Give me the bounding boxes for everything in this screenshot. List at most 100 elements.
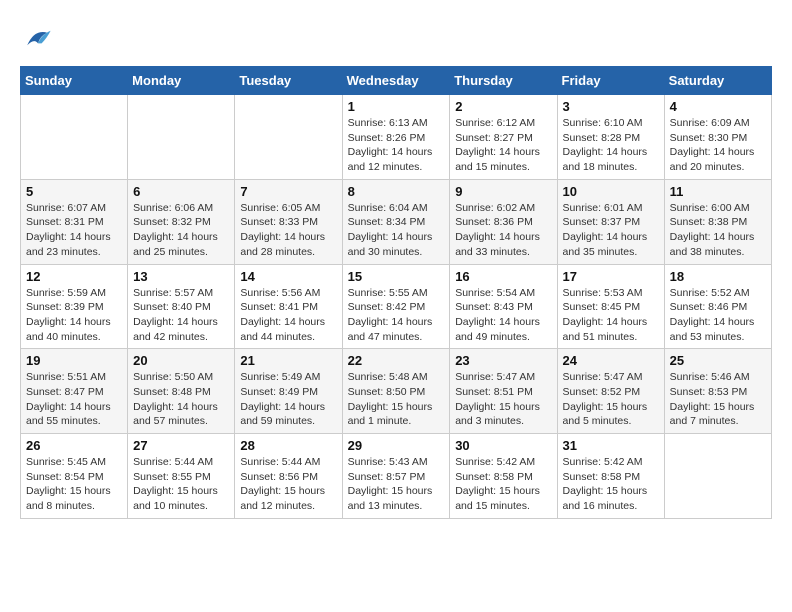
day-info: Sunrise: 6:04 AMSunset: 8:34 PMDaylight:… [348,201,445,260]
day-number: 1 [348,99,445,114]
day-number: 18 [670,269,766,284]
day-number: 12 [26,269,122,284]
day-number: 10 [563,184,659,199]
calendar-cell: 9Sunrise: 6:02 AMSunset: 8:36 PMDaylight… [450,179,557,264]
day-info: Sunrise: 5:47 AMSunset: 8:52 PMDaylight:… [563,370,659,429]
day-of-week-header: Tuesday [235,67,342,95]
page-header [20,20,772,56]
calendar-cell: 14 Sunrise: 5:56 AMSunset: 8:41 PMDayligh… [235,264,342,349]
day-number: 15 [348,269,445,284]
calendar-cell: 24Sunrise: 5:47 AMSunset: 8:52 PMDayligh… [557,349,664,434]
day-info: Sunrise: 5:51 AMSunset: 8:47 PMDaylight:… [26,370,122,429]
day-number: 26 [26,438,122,453]
day-info: Sunrise: 5:45 AMSunset: 8:54 PMDaylight:… [26,455,122,514]
day-number: 4 [670,99,766,114]
calendar-cell: 7Sunrise: 6:05 AMSunset: 8:33 PMDaylight… [235,179,342,264]
day-number: 16 [455,269,551,284]
day-number: 22 [348,353,445,368]
calendar-cell: 5 Sunrise: 6:07 AMSunset: 8:31 PMDaylight… [21,179,128,264]
calendar-cell: 23 Sunrise: 5:47 AMSunset: 8:51 PMDayligh… [450,349,557,434]
day-info: Sunrise: 5:48 AMSunset: 8:50 PMDaylight:… [348,370,445,429]
day-info: Sunrise: 5:42 AMSunset: 8:58 PMDaylight:… [563,455,659,514]
day-number: 19 [26,353,122,368]
day-number: 11 [670,184,766,199]
calendar-week-row: 19 Sunrise: 5:51 AMSunset: 8:47 PMDayligh… [21,349,772,434]
day-info: Sunrise: 5:44 AMSunset: 8:55 PMDaylight:… [133,455,229,514]
calendar-header-row: SundayMondayTuesdayWednesdayThursdayFrid… [21,67,772,95]
calendar-cell: 29Sunrise: 5:43 AMSunset: 8:57 PMDayligh… [342,434,450,519]
calendar-cell [664,434,771,519]
day-info: Sunrise: 6:12 AMSunset: 8:27 PMDaylight:… [455,116,551,175]
calendar-cell: 11Sunrise: 6:00 AMSunset: 8:38 PMDayligh… [664,179,771,264]
calendar-cell: 8 Sunrise: 6:04 AMSunset: 8:34 PMDaylight… [342,179,450,264]
day-info: Sunrise: 5:49 AMSunset: 8:49 PMDaylight:… [240,370,336,429]
calendar-week-row: 26 Sunrise: 5:45 AMSunset: 8:54 PMDayligh… [21,434,772,519]
day-info: Sunrise: 6:01 AMSunset: 8:37 PMDaylight:… [563,201,659,260]
day-number: 30 [455,438,551,453]
calendar-cell: 12 Sunrise: 5:59 AMSunset: 8:39 PMDayligh… [21,264,128,349]
calendar-cell: 31 Sunrise: 5:42 AMSunset: 8:58 PMDayligh… [557,434,664,519]
day-info: Sunrise: 5:57 AMSunset: 8:40 PMDaylight:… [133,286,229,345]
day-number: 23 [455,353,551,368]
day-number: 6 [133,184,229,199]
calendar-cell: 26 Sunrise: 5:45 AMSunset: 8:54 PMDayligh… [21,434,128,519]
logo [20,20,60,56]
calendar-cell: 4 Sunrise: 6:09 AMSunset: 8:30 PMDaylight… [664,95,771,180]
calendar-cell: 25 Sunrise: 5:46 AMSunset: 8:53 PMDayligh… [664,349,771,434]
day-info: Sunrise: 5:53 AMSunset: 8:45 PMDaylight:… [563,286,659,345]
calendar-cell: 18Sunrise: 5:52 AMSunset: 8:46 PMDayligh… [664,264,771,349]
day-number: 3 [563,99,659,114]
day-number: 9 [455,184,551,199]
day-number: 27 [133,438,229,453]
day-info: Sunrise: 5:47 AMSunset: 8:51 PMDaylight:… [455,370,551,429]
day-info: Sunrise: 6:06 AMSunset: 8:32 PMDaylight:… [133,201,229,260]
calendar-cell: 19 Sunrise: 5:51 AMSunset: 8:47 PMDayligh… [21,349,128,434]
calendar-cell: 6 Sunrise: 6:06 AMSunset: 8:32 PMDaylight… [128,179,235,264]
logo-icon [20,20,56,56]
day-of-week-header: Saturday [664,67,771,95]
calendar-cell: 22 Sunrise: 5:48 AMSunset: 8:50 PMDayligh… [342,349,450,434]
calendar-cell: 3 Sunrise: 6:10 AMSunset: 8:28 PMDaylight… [557,95,664,180]
day-of-week-header: Friday [557,67,664,95]
day-info: Sunrise: 6:07 AMSunset: 8:31 PMDaylight:… [26,201,122,260]
day-info: Sunrise: 5:46 AMSunset: 8:53 PMDaylight:… [670,370,766,429]
calendar-cell [235,95,342,180]
day-of-week-header: Wednesday [342,67,450,95]
calendar-cell: 1 Sunrise: 6:13 AMSunset: 8:26 PMDaylight… [342,95,450,180]
calendar-table: SundayMondayTuesdayWednesdayThursdayFrid… [20,66,772,519]
calendar-cell: 28 Sunrise: 5:44 AMSunset: 8:56 PMDayligh… [235,434,342,519]
day-info: Sunrise: 5:44 AMSunset: 8:56 PMDaylight:… [240,455,336,514]
day-number: 14 [240,269,336,284]
day-number: 2 [455,99,551,114]
day-info: Sunrise: 5:56 AMSunset: 8:41 PMDaylight:… [240,286,336,345]
calendar-week-row: 5 Sunrise: 6:07 AMSunset: 8:31 PMDaylight… [21,179,772,264]
day-number: 25 [670,353,766,368]
day-of-week-header: Sunday [21,67,128,95]
day-number: 13 [133,269,229,284]
day-info: Sunrise: 5:59 AMSunset: 8:39 PMDaylight:… [26,286,122,345]
day-number: 8 [348,184,445,199]
day-of-week-header: Thursday [450,67,557,95]
day-number: 31 [563,438,659,453]
calendar-cell: 17 Sunrise: 5:53 AMSunset: 8:45 PMDayligh… [557,264,664,349]
day-info: Sunrise: 6:10 AMSunset: 8:28 PMDaylight:… [563,116,659,175]
day-number: 28 [240,438,336,453]
day-number: 21 [240,353,336,368]
day-info: Sunrise: 6:09 AMSunset: 8:30 PMDaylight:… [670,116,766,175]
calendar-cell [128,95,235,180]
day-info: Sunrise: 6:05 AMSunset: 8:33 PMDaylight:… [240,201,336,260]
calendar-cell: 2 Sunrise: 6:12 AMSunset: 8:27 PMDaylight… [450,95,557,180]
calendar-cell: 20Sunrise: 5:50 AMSunset: 8:48 PMDayligh… [128,349,235,434]
day-info: Sunrise: 5:50 AMSunset: 8:48 PMDaylight:… [133,370,229,429]
calendar-cell: 13 Sunrise: 5:57 AMSunset: 8:40 PMDayligh… [128,264,235,349]
day-number: 17 [563,269,659,284]
day-info: Sunrise: 5:43 AMSunset: 8:57 PMDaylight:… [348,455,445,514]
day-of-week-header: Monday [128,67,235,95]
day-info: Sunrise: 5:55 AMSunset: 8:42 PMDaylight:… [348,286,445,345]
calendar-cell: 30Sunrise: 5:42 AMSunset: 8:58 PMDayligh… [450,434,557,519]
day-number: 5 [26,184,122,199]
calendar-week-row: 1 Sunrise: 6:13 AMSunset: 8:26 PMDaylight… [21,95,772,180]
calendar-cell [21,95,128,180]
day-info: Sunrise: 6:13 AMSunset: 8:26 PMDaylight:… [348,116,445,175]
calendar-cell: 16Sunrise: 5:54 AMSunset: 8:43 PMDayligh… [450,264,557,349]
